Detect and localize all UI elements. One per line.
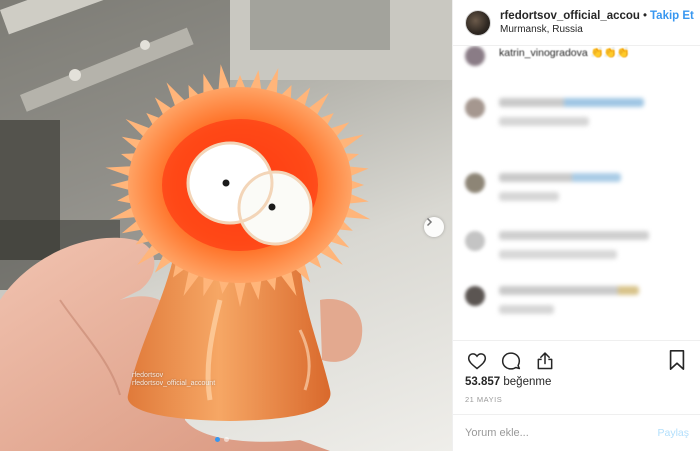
comment-bubble-icon xyxy=(501,351,521,370)
sea-anemone-photo xyxy=(0,0,452,451)
comment-avatar[interactable] xyxy=(465,98,485,118)
list-item xyxy=(465,286,639,324)
photo-watermark: rfedortsov rfedortsov_official_account xyxy=(132,372,216,387)
comment-avatar[interactable] xyxy=(465,173,485,193)
list-item xyxy=(465,231,649,269)
bookmark-icon xyxy=(669,350,685,370)
likes-label: beğenme xyxy=(503,376,552,388)
follow-button[interactable]: Takip Et xyxy=(650,10,694,22)
carousel-next-button[interactable] xyxy=(424,217,444,237)
comment-input[interactable] xyxy=(465,427,658,439)
share-button[interactable] xyxy=(533,349,557,373)
chevron-right-icon xyxy=(426,217,433,227)
comment-text: katrin_vinogradova 👏👏👏 xyxy=(499,47,630,59)
blurred-comment-line xyxy=(499,173,621,182)
post-photo[interactable]: rfedortsov rfedortsov_official_account xyxy=(0,0,452,451)
comment-avatar[interactable] xyxy=(465,286,485,306)
heart-icon xyxy=(467,352,487,369)
add-comment-bar: Paylaş xyxy=(453,414,700,451)
blurred-comment-line xyxy=(499,98,644,107)
list-item: katrin_vinogradova 👏👏👏 xyxy=(465,46,630,66)
like-button[interactable] xyxy=(465,349,489,373)
list-item xyxy=(465,98,644,136)
comment-avatar[interactable] xyxy=(465,46,485,66)
post-comment-button[interactable]: Paylaş xyxy=(657,427,689,439)
blurred-comment-line xyxy=(499,231,649,240)
blurred-comment-line xyxy=(499,305,554,314)
avatar[interactable] xyxy=(465,9,491,36)
share-icon xyxy=(537,351,553,369)
comment-button[interactable] xyxy=(499,349,523,373)
likes-count[interactable]: 53.857 beğenme xyxy=(465,376,551,388)
username-link[interactable]: rfedortsov_official_accou xyxy=(500,10,640,22)
carousel-dot-active xyxy=(215,437,220,442)
separator-dot: • xyxy=(642,10,647,22)
list-item xyxy=(465,173,621,211)
post-side-panel: rfedortsov_official_accou • Takip Et Mur… xyxy=(452,0,700,451)
action-bar xyxy=(453,340,700,380)
blurred-comment-line xyxy=(499,192,559,201)
comment-avatar[interactable] xyxy=(465,231,485,251)
post-date: 21 MAYIS xyxy=(465,395,503,404)
carousel-dot xyxy=(224,437,229,442)
save-button[interactable] xyxy=(667,349,691,373)
carousel-indicator xyxy=(215,437,229,442)
location-link[interactable]: Murmansk, Russia xyxy=(500,24,694,35)
comments-list[interactable]: katrin_vinogradova 👏👏👏 xyxy=(453,46,700,340)
blurred-comment-line xyxy=(499,117,589,126)
likes-number: 53.857 xyxy=(465,376,501,388)
post-header: rfedortsov_official_accou • Takip Et Mur… xyxy=(453,0,700,46)
blurred-comment-line xyxy=(499,250,617,259)
blurred-comment-line xyxy=(499,286,639,295)
